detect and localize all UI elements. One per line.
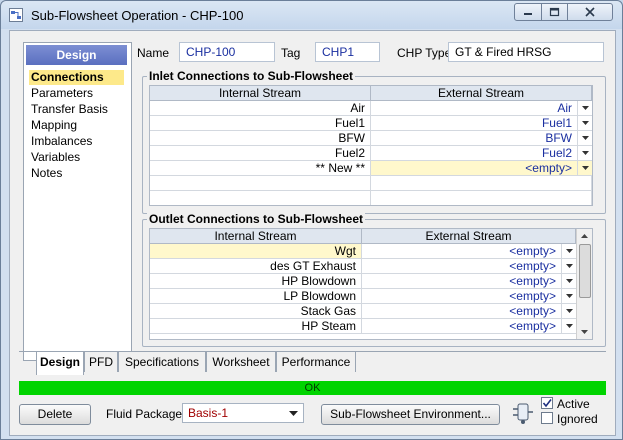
outlet-row-internal[interactable]: des GT Exhaust bbox=[150, 259, 362, 274]
inlet-row-external[interactable]: Fuel1 bbox=[371, 116, 578, 131]
outlet-row-internal[interactable]: Stack Gas bbox=[150, 304, 362, 319]
sidebar-item-connections[interactable]: Connections bbox=[29, 70, 124, 85]
dropdown-arrow-icon[interactable] bbox=[562, 304, 576, 319]
tag-input[interactable]: CHP1 bbox=[315, 42, 380, 62]
outlet-row-external[interactable]: <empty> bbox=[362, 274, 562, 289]
empty-cell bbox=[371, 176, 592, 191]
tab-design[interactable]: Design bbox=[36, 351, 84, 375]
dropdown-arrow-icon[interactable] bbox=[562, 289, 576, 304]
ignored-label: Ignored bbox=[557, 412, 598, 426]
restore-icon bbox=[549, 7, 560, 17]
title-bar: Sub-Flowsheet Operation - CHP-100 bbox=[1, 1, 622, 29]
ignored-checkbox[interactable] bbox=[541, 412, 553, 424]
maximize-button[interactable] bbox=[541, 3, 568, 21]
outlet-row-external[interactable]: <empty> bbox=[362, 304, 562, 319]
scroll-thumb[interactable] bbox=[579, 244, 591, 298]
outlet-group-title: Outlet Connections to Sub-Flowsheet bbox=[147, 212, 365, 226]
close-button[interactable] bbox=[567, 3, 613, 21]
name-input[interactable]: CHP-100 bbox=[179, 42, 275, 62]
outlet-row-internal[interactable]: HP Steam bbox=[150, 319, 362, 334]
minimize-button[interactable] bbox=[514, 3, 542, 21]
tab-performance[interactable]: Performance bbox=[276, 351, 356, 372]
dropdown-arrow-icon[interactable] bbox=[578, 161, 592, 176]
sub-flowsheet-window: Sub-Flowsheet Operation - CHP-100 Design… bbox=[0, 0, 623, 440]
fluid-package-value: Basis-1 bbox=[188, 406, 229, 420]
client-area: Design Connections Parameters Transfer B… bbox=[9, 30, 616, 436]
sidebar-item-variables[interactable]: Variables bbox=[29, 150, 80, 165]
minimize-icon bbox=[524, 13, 532, 15]
active-label: Active bbox=[557, 397, 590, 411]
design-sidebar: Design Connections Parameters Transfer B… bbox=[23, 42, 132, 361]
dropdown-arrow-icon[interactable] bbox=[562, 244, 576, 259]
status-bar: OK bbox=[19, 381, 606, 395]
name-label: Name bbox=[137, 46, 170, 60]
dropdown-arrow-icon[interactable] bbox=[578, 116, 592, 131]
delete-button[interactable]: Delete bbox=[19, 404, 91, 425]
sidebar-header: Design bbox=[26, 45, 127, 65]
outlet-connections-group: Outlet Connections to Sub-Flowsheet Inte… bbox=[142, 212, 606, 347]
inlet-row-external[interactable]: Fuel2 bbox=[371, 146, 578, 161]
inlet-connections-group: Inlet Connections to Sub-Flowsheet Inter… bbox=[142, 69, 606, 214]
outlet-scrollbar[interactable] bbox=[576, 229, 592, 339]
inlet-row-external[interactable]: Air bbox=[371, 101, 578, 116]
dropdown-arrow-icon[interactable] bbox=[562, 259, 576, 274]
app-icon bbox=[9, 8, 23, 22]
fluid-package-label: Fluid Package bbox=[106, 407, 183, 421]
fluid-package-select[interactable]: Basis-1 bbox=[182, 403, 304, 423]
empty-cell bbox=[371, 191, 592, 205]
outlet-row-external[interactable]: <empty> bbox=[362, 259, 562, 274]
inlet-row-internal[interactable]: Fuel1 bbox=[150, 116, 371, 131]
sidebar-item-transfer-basis[interactable]: Transfer Basis bbox=[29, 102, 108, 117]
sidebar-item-imbalances[interactable]: Imbalances bbox=[29, 134, 92, 149]
tab-specifications[interactable]: Specifications bbox=[118, 351, 206, 372]
sub-flowsheet-environment-button[interactable]: Sub-Flowsheet Environment... bbox=[321, 404, 500, 425]
inlet-col-external: External Stream bbox=[371, 86, 592, 101]
inlet-col-internal: Internal Stream bbox=[150, 86, 371, 101]
outlet-col-internal: Internal Stream bbox=[150, 229, 362, 244]
inlet-grid: Internal Stream External Stream Air Air … bbox=[149, 85, 593, 206]
outlet-row-external[interactable]: <empty> bbox=[362, 289, 562, 304]
outlet-row-internal[interactable]: Wgt bbox=[150, 244, 362, 259]
inlet-row-internal[interactable]: Air bbox=[150, 101, 371, 116]
inlet-group-title: Inlet Connections to Sub-Flowsheet bbox=[147, 69, 355, 83]
outlet-row-external[interactable]: <empty> bbox=[362, 319, 562, 334]
scroll-up-icon[interactable] bbox=[577, 229, 592, 243]
outlet-grid: Internal Stream External Stream Wgt <emp… bbox=[149, 228, 593, 340]
chp-type-field[interactable]: GT & Fired HRSG bbox=[448, 42, 604, 62]
window-title: Sub-Flowsheet Operation - CHP-100 bbox=[31, 8, 244, 23]
inlet-row-new[interactable]: ** New ** bbox=[150, 161, 371, 176]
check-icon bbox=[542, 399, 552, 408]
active-checkbox[interactable] bbox=[541, 397, 553, 409]
dropdown-arrow-icon[interactable] bbox=[578, 146, 592, 161]
dropdown-arrow-icon[interactable] bbox=[562, 319, 576, 334]
dropdown-arrow-icon[interactable] bbox=[578, 101, 592, 116]
chevron-down-icon bbox=[289, 411, 298, 416]
ignore-toggle-icon[interactable] bbox=[512, 401, 534, 425]
empty-cell bbox=[150, 176, 371, 191]
inlet-row-external[interactable]: BFW bbox=[371, 131, 578, 146]
outlet-row-external[interactable]: <empty> bbox=[362, 244, 562, 259]
outlet-row-internal[interactable]: HP Blowdown bbox=[150, 274, 362, 289]
scroll-down-icon[interactable] bbox=[577, 325, 592, 339]
tab-pfd[interactable]: PFD bbox=[84, 351, 118, 372]
close-icon bbox=[585, 7, 595, 17]
sidebar-item-mapping[interactable]: Mapping bbox=[29, 118, 77, 133]
tag-label: Tag bbox=[281, 46, 301, 60]
outlet-row-internal[interactable]: LP Blowdown bbox=[150, 289, 362, 304]
tab-worksheet[interactable]: Worksheet bbox=[206, 351, 276, 372]
inlet-row-new-external[interactable]: <empty> bbox=[371, 161, 578, 176]
empty-cell bbox=[150, 191, 371, 205]
sidebar-item-notes[interactable]: Notes bbox=[29, 166, 62, 181]
dropdown-arrow-icon[interactable] bbox=[578, 131, 592, 146]
inlet-row-internal[interactable]: Fuel2 bbox=[150, 146, 371, 161]
sidebar-item-parameters[interactable]: Parameters bbox=[29, 86, 93, 101]
inlet-row-internal[interactable]: BFW bbox=[150, 131, 371, 146]
dropdown-arrow-icon[interactable] bbox=[562, 274, 576, 289]
outlet-col-external: External Stream bbox=[362, 229, 576, 244]
chp-type-label: CHP Type bbox=[397, 46, 452, 60]
